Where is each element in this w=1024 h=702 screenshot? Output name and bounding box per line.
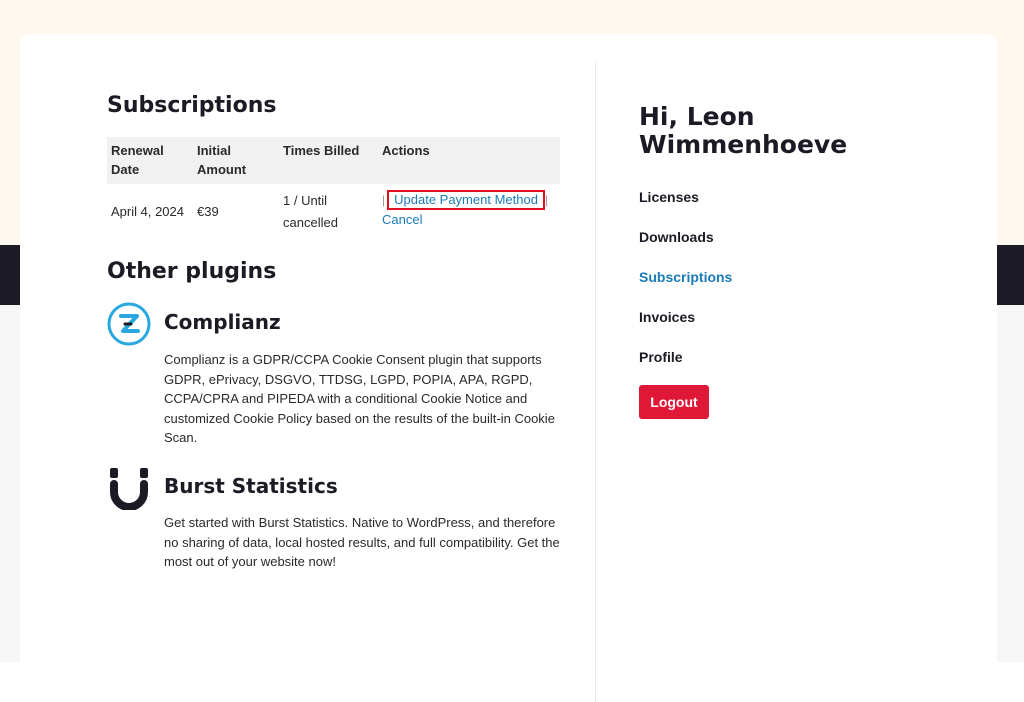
sidebar-item-subscriptions[interactable]: Subscriptions (639, 269, 732, 285)
renewal-date-cell: April 4, 2024 (111, 204, 184, 219)
update-payment-method-link[interactable]: Update Payment Method (387, 190, 545, 210)
cancel-subscription-link[interactable]: Cancel (382, 210, 422, 230)
complianz-logo-icon (107, 302, 151, 346)
plugin-description: Complianz is a GDPR/CCPA Cookie Consent … (164, 352, 555, 445)
burst-statistics-logo-icon (110, 468, 148, 510)
subscriptions-table: Renewal Date Initial Amount Times Billed… (107, 137, 560, 240)
plugin-name: Burst Statistics (164, 474, 338, 498)
action-separator-end: | (544, 193, 549, 207)
plugin-name: Complianz (164, 310, 281, 334)
other-plugins-title: Other plugins (107, 259, 277, 284)
times-billed-cell: 1 / Until cancelled (283, 193, 338, 230)
action-separator: | (382, 193, 386, 207)
account-card: Subscriptions Renewal Date Initial Amoun… (20, 34, 997, 702)
column-header-renewal-date: Renewal Date (107, 137, 193, 184)
greeting-heading: Hi, Leon Wimmenhoeve (639, 102, 848, 159)
sidebar-item-invoices[interactable]: Invoices (639, 309, 695, 325)
sidebar-item-licenses[interactable]: Licenses (639, 189, 699, 205)
column-header-initial-amount: Initial Amount (193, 137, 279, 184)
subscriptions-title: Subscriptions (107, 93, 277, 118)
actions-cell: | Update Payment Method | Cancel (378, 184, 560, 240)
column-header-times-billed: Times Billed (279, 137, 378, 184)
column-header-actions: Actions (378, 137, 560, 184)
sidebar-item-downloads[interactable]: Downloads (639, 229, 714, 245)
sidebar-item-profile[interactable]: Profile (639, 349, 683, 365)
logout-button[interactable]: Logout (639, 385, 709, 419)
table-header-row: Renewal Date Initial Amount Times Billed… (107, 137, 560, 184)
table-row: April 4, 2024 €39 1 / Until cancelled | U… (107, 184, 560, 240)
column-divider (595, 62, 596, 702)
plugin-description: Get started with Burst Statistics. Nativ… (164, 515, 560, 569)
initial-amount-cell: €39 (197, 204, 219, 219)
